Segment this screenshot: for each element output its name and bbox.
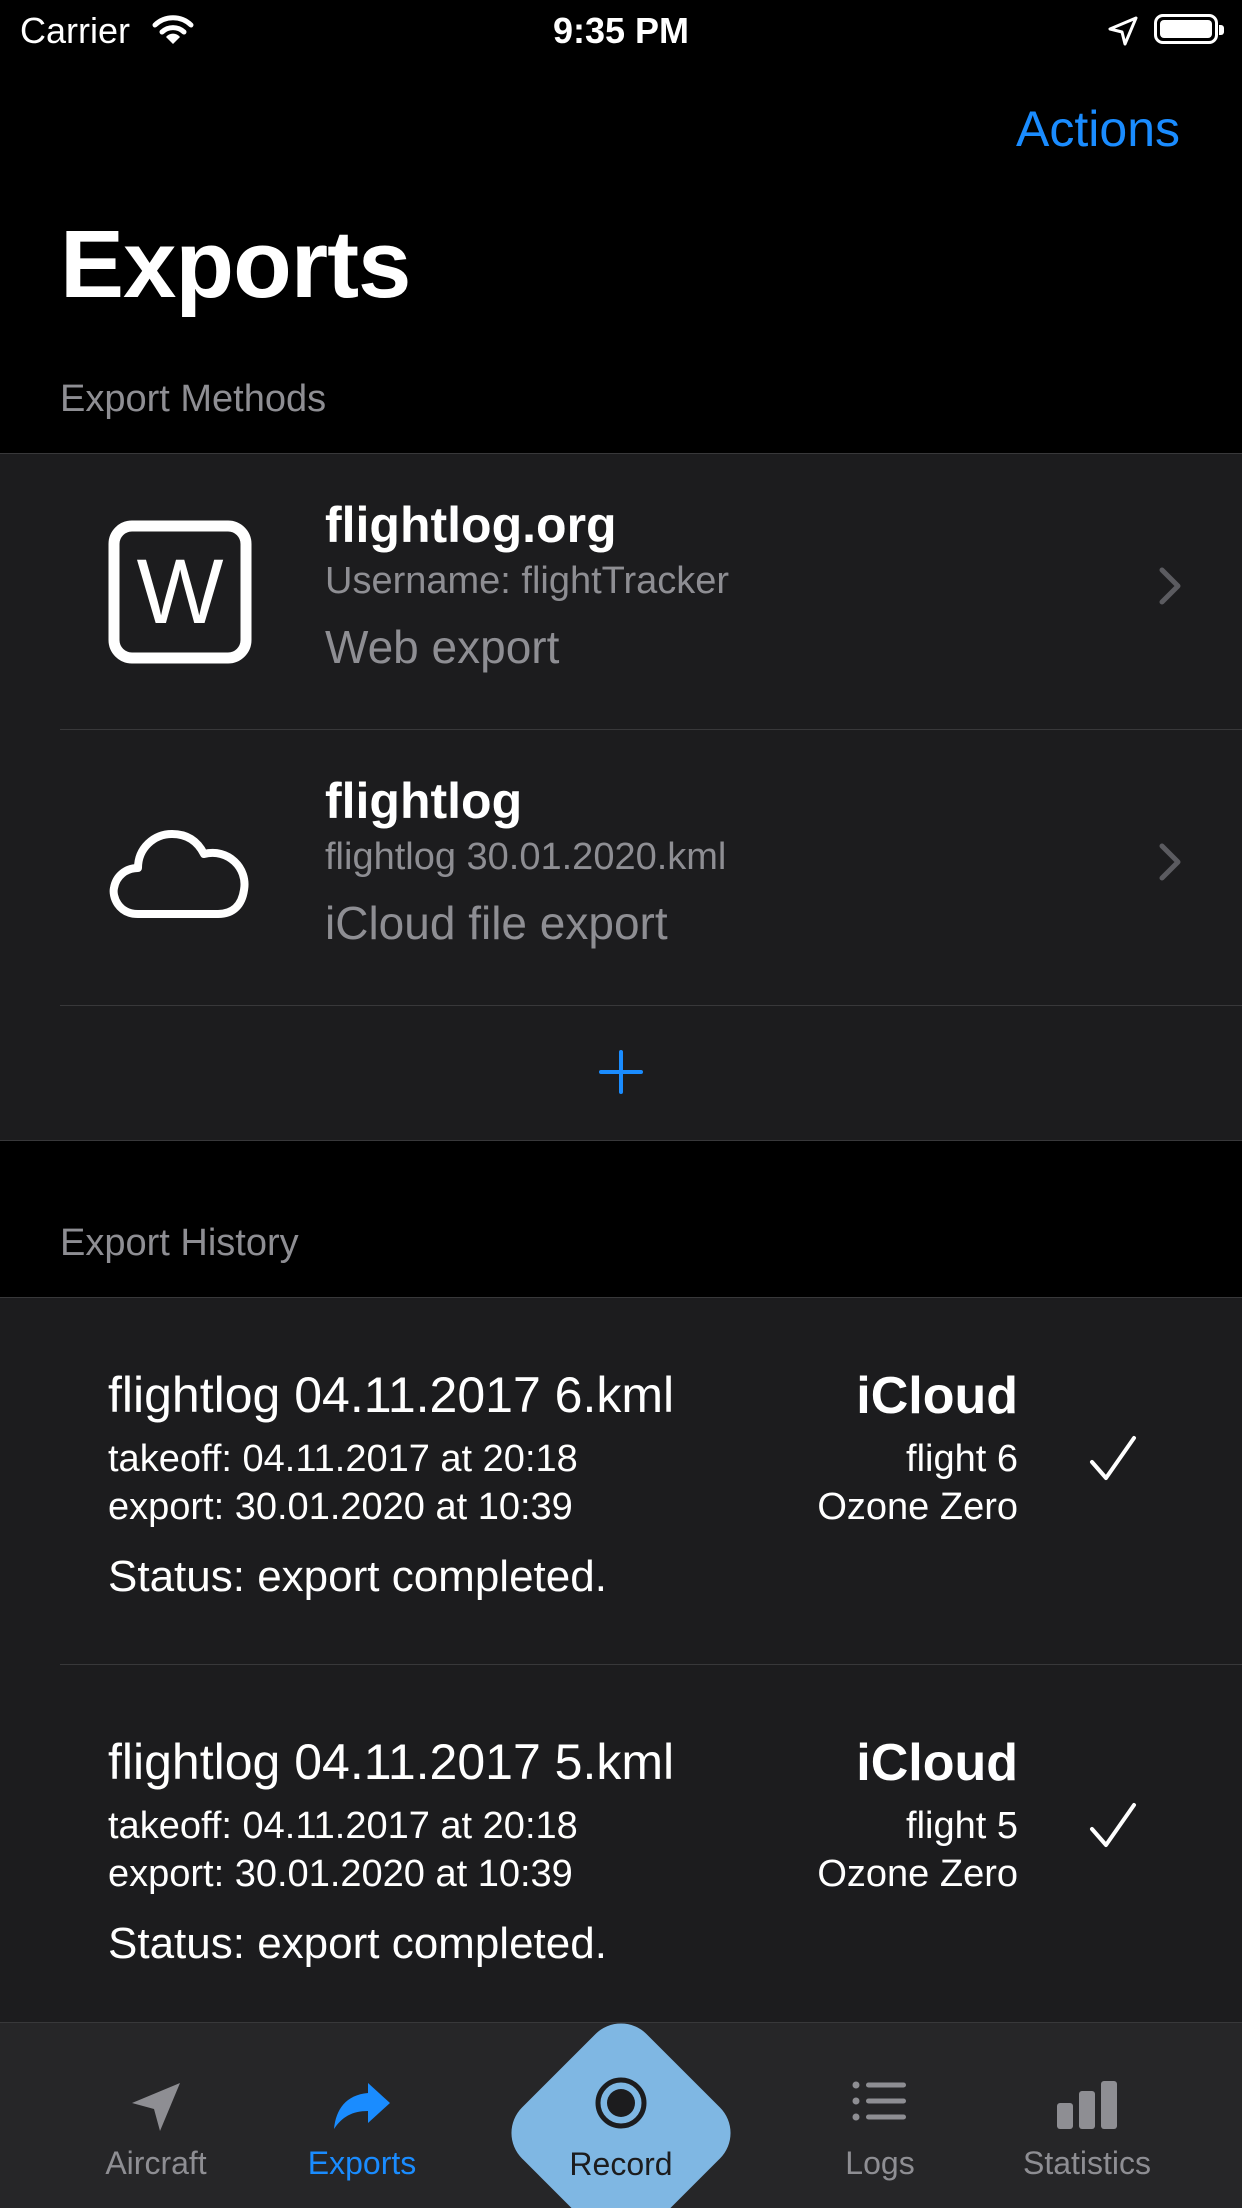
record-label: Record xyxy=(569,2146,673,2182)
history-takeoff: takeoff: 04.11.2017 at 20:18 xyxy=(108,1805,578,1847)
method-subtitle: flightlog 30.01.2020.kml xyxy=(325,836,727,878)
list-icon xyxy=(852,2079,908,2128)
export-history-header: Export History xyxy=(60,1222,299,1264)
history-flight: flight 5 xyxy=(906,1805,1018,1847)
plus-icon[interactable] xyxy=(597,1048,645,1096)
history-aircraft: Ozone Zero xyxy=(817,1486,1018,1528)
tab-aircraft[interactable]: Aircraft xyxy=(56,2023,256,2208)
history-flight: flight 6 xyxy=(906,1438,1018,1480)
add-export-method-row xyxy=(0,1006,1242,1138)
history-service: iCloud xyxy=(856,1734,1018,1792)
battery-icon xyxy=(1154,14,1224,44)
exports-screen: Carrier 9:35 PM Actions Exports Export M… xyxy=(0,0,1242,2208)
tab-label: Logs xyxy=(845,2145,915,2181)
method-title: flightlog xyxy=(325,773,523,829)
history-aircraft: Ozone Zero xyxy=(817,1853,1018,1895)
status-bar: Carrier 9:35 PM xyxy=(0,0,1242,64)
w-square-icon: W xyxy=(108,520,252,664)
history-takeoff: takeoff: 04.11.2017 at 20:18 xyxy=(108,1438,578,1480)
paper-plane-icon xyxy=(128,2079,184,2140)
chevron-right-icon xyxy=(1158,566,1182,611)
page-title: Exports xyxy=(60,211,411,318)
history-export-time: export: 30.01.2020 at 10:39 xyxy=(108,1486,573,1528)
export-method-row[interactable]: W flightlog.org Username: flightTracker … xyxy=(0,454,1242,730)
tab-exports[interactable]: Exports xyxy=(262,2023,462,2208)
history-row[interactable]: flightlog 04.11.2017 5.kml takeoff: 04.1… xyxy=(0,1665,1242,2032)
history-service: iCloud xyxy=(856,1367,1018,1425)
tab-logs[interactable]: Logs xyxy=(780,2023,980,2208)
checkmark-icon xyxy=(1088,1801,1138,1856)
method-kind: Web export xyxy=(325,621,560,673)
record-icon xyxy=(594,2076,648,2135)
history-export-time: export: 30.01.2020 at 10:39 xyxy=(108,1853,573,1895)
svg-text:W: W xyxy=(137,541,224,643)
checkmark-icon xyxy=(1088,1434,1138,1489)
tab-statistics[interactable]: Statistics xyxy=(987,2023,1187,2208)
method-title: flightlog.org xyxy=(325,497,617,553)
history-row[interactable]: flightlog 04.11.2017 6.kml takeoff: 04.1… xyxy=(0,1298,1242,1665)
export-history-list: flightlog 04.11.2017 6.kml takeoff: 04.1… xyxy=(0,1297,1242,2039)
method-subtitle: Username: flightTracker xyxy=(325,560,730,602)
location-arrow-icon xyxy=(1108,16,1138,51)
export-methods-list: W flightlog.org Username: flightTracker … xyxy=(0,453,1242,1141)
tab-label: Aircraft xyxy=(105,2145,207,2181)
cloud-icon xyxy=(108,796,252,940)
clock: 9:35 PM xyxy=(552,10,690,51)
chevron-right-icon xyxy=(1158,842,1182,887)
history-filename: flightlog 04.11.2017 6.kml xyxy=(108,1367,675,1423)
history-filename: flightlog 04.11.2017 5.kml xyxy=(108,1734,675,1790)
method-kind: iCloud file export xyxy=(325,897,668,949)
export-methods-header: Export Methods xyxy=(60,378,327,420)
history-status: Status: export completed. xyxy=(108,1919,607,1968)
tab-label: Exports xyxy=(307,2145,417,2181)
share-arrow-icon xyxy=(332,2079,392,2136)
export-method-row[interactable]: flightlog flightlog 30.01.2020.kml iClou… xyxy=(0,730,1242,1006)
bar-chart-icon xyxy=(1055,2079,1119,2136)
history-status: Status: export completed. xyxy=(108,1552,607,1601)
record-button[interactable]: Record xyxy=(489,2001,753,2208)
tab-label: Statistics xyxy=(1022,2145,1152,2181)
actions-button[interactable]: Actions xyxy=(1016,100,1180,158)
